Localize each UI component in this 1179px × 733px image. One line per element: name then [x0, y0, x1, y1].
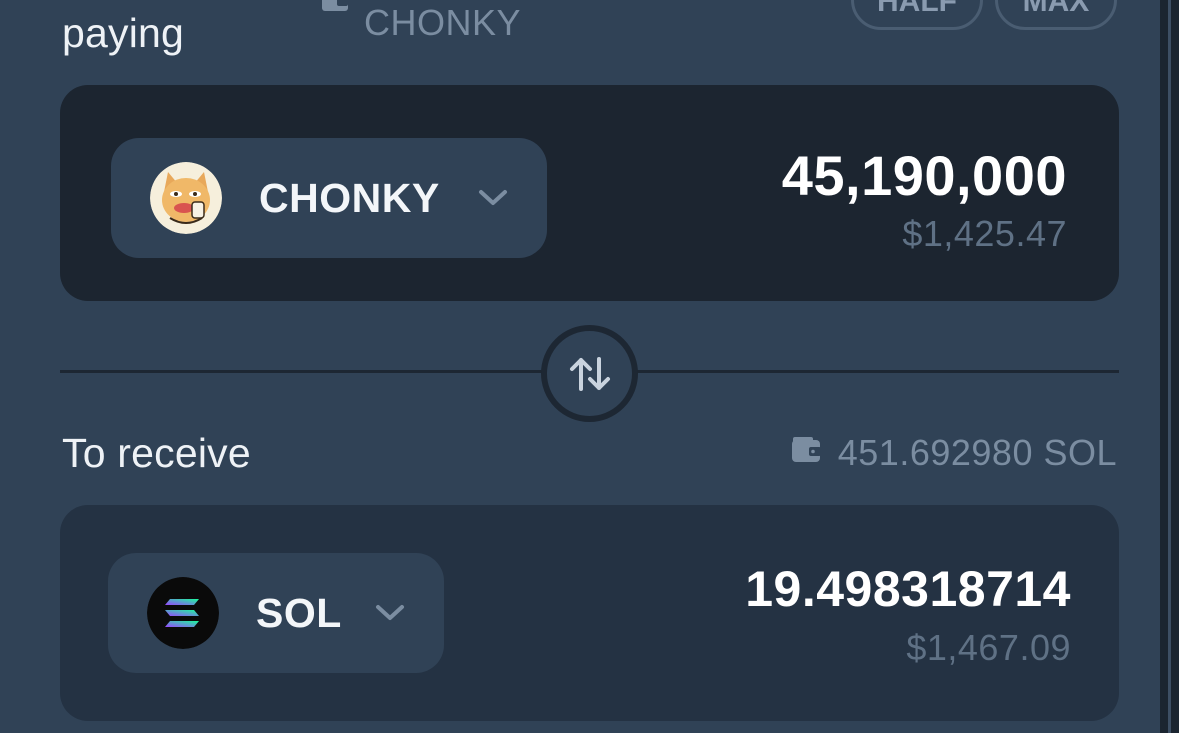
receive-balance: 451.692980 SOL	[837, 432, 1117, 473]
receive-label: To receive	[62, 430, 251, 476]
paying-label: paying	[62, 10, 185, 56]
receive-token-symbol: SOL	[256, 590, 342, 636]
receive-amount: 19.498318714	[745, 561, 1071, 617]
receive-token-selector[interactable]: SOL	[108, 553, 444, 673]
wallet-icon	[322, 0, 348, 11]
wallet-icon	[792, 437, 821, 462]
receive-usd-value: $1,467.09	[906, 627, 1071, 668]
chevron-down-icon	[376, 605, 404, 620]
scrollbar[interactable]	[1168, 0, 1171, 733]
paying-balance: CHONKY	[364, 2, 522, 43]
swap-arrows-icon	[569, 356, 610, 391]
pay-card: CHONKY 45,190,000 $1,425.47	[60, 85, 1119, 301]
solana-token-logo	[147, 577, 219, 649]
pay-amount-input[interactable]: 45,190,000	[782, 143, 1067, 208]
swap-panel: paying CHONKY HALF MAX CHONKY 45,190,000…	[0, 0, 1179, 733]
half-button[interactable]: HALF	[851, 0, 983, 30]
swap-direction-button[interactable]	[541, 325, 638, 422]
max-button[interactable]: MAX	[995, 0, 1117, 30]
chevron-down-icon	[479, 190, 507, 205]
chonky-token-logo	[150, 162, 222, 234]
pay-token-symbol: CHONKY	[259, 175, 440, 221]
pay-usd-value: $1,425.47	[902, 213, 1067, 254]
receive-card: SOL 19.498318714 $1,467.09	[60, 505, 1119, 721]
pay-token-selector[interactable]: CHONKY	[111, 138, 547, 258]
